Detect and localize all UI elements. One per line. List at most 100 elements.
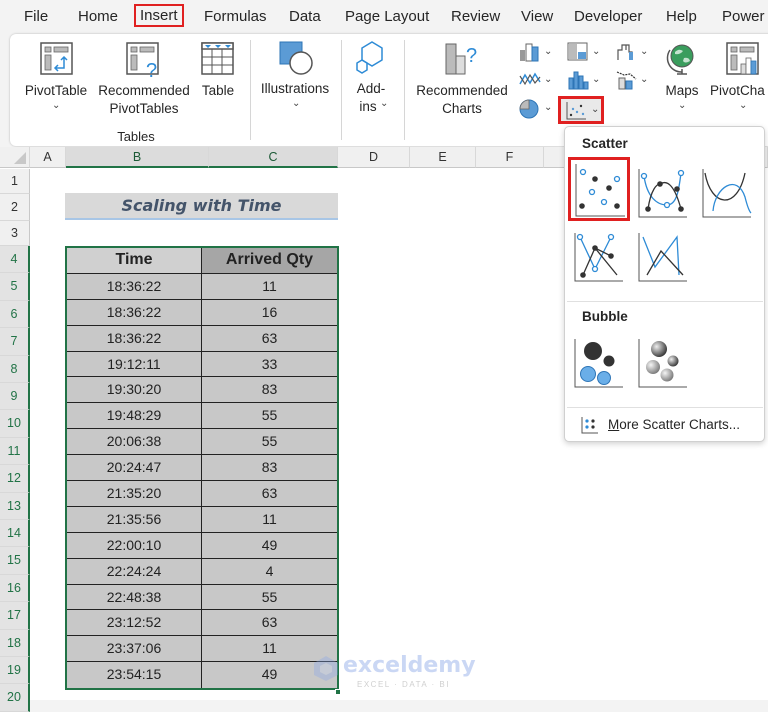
tab-home[interactable]: Home bbox=[78, 8, 118, 25]
time-cell[interactable]: 18:36:22 bbox=[67, 299, 202, 325]
row-header-10[interactable]: 10 bbox=[0, 410, 30, 438]
tab-help[interactable]: Help bbox=[666, 8, 697, 25]
tab-page-layout[interactable]: Page Layout bbox=[345, 8, 429, 25]
time-cell[interactable]: 23:12:52 bbox=[67, 610, 202, 636]
recommended-charts-label-2: Charts bbox=[442, 101, 482, 116]
bubble-chart-option[interactable] bbox=[573, 337, 625, 389]
row-header-8[interactable]: 8 bbox=[0, 355, 30, 383]
watermark-brand: exceldemy bbox=[343, 653, 476, 678]
column-header-f[interactable]: F bbox=[476, 147, 544, 168]
scatter-chart-option[interactable] bbox=[568, 157, 630, 221]
maps-label: Maps bbox=[665, 83, 699, 98]
arrived-qty-cell[interactable]: 63 bbox=[202, 325, 337, 351]
time-cell[interactable]: 20:24:47 bbox=[67, 455, 202, 481]
row-header-16[interactable]: 16 bbox=[0, 574, 30, 603]
arrived-qty-cell[interactable]: 33 bbox=[202, 351, 337, 377]
scatter-straight-lines-option[interactable] bbox=[637, 231, 689, 283]
scatter-smooth-lines-option[interactable] bbox=[701, 167, 753, 219]
tab-review[interactable]: Review bbox=[451, 8, 500, 25]
chevron-down-icon: ⌄ bbox=[544, 102, 553, 113]
tab-power[interactable]: Power bbox=[722, 8, 765, 25]
time-cell[interactable]: 21:35:20 bbox=[67, 481, 202, 506]
arrived-qty-cell[interactable]: 83 bbox=[202, 455, 337, 481]
time-cell[interactable]: 20:06:38 bbox=[67, 429, 202, 455]
header-arrived-qty[interactable]: Arrived Qty bbox=[202, 248, 337, 273]
tab-insert[interactable]: Insert bbox=[134, 4, 184, 27]
column-header-a[interactable]: A bbox=[30, 147, 66, 168]
scatter-smooth-lines-markers-option[interactable] bbox=[637, 167, 689, 219]
tab-view[interactable]: View bbox=[521, 8, 553, 25]
column-header-b[interactable]: B bbox=[66, 147, 209, 168]
fill-handle[interactable] bbox=[335, 689, 341, 695]
arrived-qty-cell[interactable]: 11 bbox=[202, 273, 337, 299]
arrived-qty-cell[interactable]: 63 bbox=[202, 610, 337, 636]
ribbon-separator bbox=[250, 40, 251, 140]
time-cell[interactable]: 19:12:11 bbox=[67, 351, 202, 377]
arrived-qty-cell[interactable]: 49 bbox=[202, 532, 337, 558]
time-cell[interactable]: 18:36:22 bbox=[67, 325, 202, 351]
arrived-qty-cell[interactable]: 83 bbox=[202, 377, 337, 403]
3d-bubble-chart-option[interactable] bbox=[637, 337, 689, 389]
time-cell[interactable]: 22:48:38 bbox=[67, 584, 202, 610]
chevron-down-icon: ⌄ bbox=[592, 46, 601, 57]
row-header-18[interactable]: 18 bbox=[0, 629, 30, 657]
row-header-6[interactable]: 6 bbox=[0, 300, 30, 329]
tab-file[interactable]: File bbox=[24, 8, 48, 25]
row-header-11[interactable]: 11 bbox=[0, 437, 30, 466]
arrived-qty-cell[interactable]: 4 bbox=[202, 558, 337, 584]
time-cell[interactable]: 21:35:56 bbox=[67, 506, 202, 532]
tab-formulas[interactable]: Formulas bbox=[204, 8, 267, 25]
arrived-qty-cell[interactable]: 55 bbox=[202, 429, 337, 455]
scatter-straight-lines-markers-icon bbox=[574, 233, 623, 282]
time-cell[interactable]: 22:24:24 bbox=[67, 558, 202, 584]
table-row: 18:36:22 16 bbox=[67, 299, 337, 326]
row-header-4[interactable]: 4 bbox=[0, 246, 30, 274]
row-header-15[interactable]: 15 bbox=[0, 547, 30, 575]
scatter-smooth-lines-icon bbox=[702, 169, 752, 218]
row-header-14[interactable]: 14 bbox=[0, 520, 30, 548]
row-header-20[interactable]: 20 bbox=[0, 684, 30, 712]
time-cell[interactable]: 18:36:22 bbox=[67, 273, 202, 299]
column-header-d[interactable]: D bbox=[338, 147, 410, 168]
arrived-qty-cell[interactable]: 55 bbox=[202, 403, 337, 429]
arrived-qty-cell[interactable]: 63 bbox=[202, 481, 337, 506]
arrived-qty-cell[interactable]: 11 bbox=[202, 506, 337, 532]
time-cell[interactable]: 19:30:20 bbox=[67, 377, 202, 403]
row-header-1[interactable]: 1 bbox=[0, 169, 30, 194]
time-cell[interactable]: 23:37:06 bbox=[67, 636, 202, 662]
tab-data[interactable]: Data bbox=[289, 8, 321, 25]
time-cell[interactable]: 19:48:29 bbox=[67, 403, 202, 429]
arrived-qty-cell[interactable]: 55 bbox=[202, 584, 337, 610]
chevron-down-icon: ⌄ bbox=[380, 98, 389, 109]
row-header-3[interactable]: 3 bbox=[0, 221, 30, 246]
column-header-c[interactable]: C bbox=[209, 147, 338, 168]
row-header-13[interactable]: 13 bbox=[0, 492, 30, 520]
row-header-9[interactable]: 9 bbox=[0, 383, 30, 411]
sheet-title-cell[interactable]: Scaling with Time bbox=[65, 193, 338, 220]
scatter-heading: Scatter bbox=[582, 136, 628, 151]
row-header-5[interactable]: 5 bbox=[0, 273, 30, 301]
dropdown-separator bbox=[567, 407, 763, 408]
row-header-19[interactable]: 19 bbox=[0, 657, 30, 685]
time-cell[interactable]: 23:54:15 bbox=[67, 662, 202, 689]
illustrations-icon bbox=[279, 41, 313, 75]
row-header-2[interactable]: 2 bbox=[0, 194, 30, 221]
header-time[interactable]: Time bbox=[67, 248, 202, 273]
select-all-corner[interactable] bbox=[0, 147, 30, 168]
scatter-chart-button[interactable]: ⌄ bbox=[558, 96, 604, 124]
scatter-straight-lines-markers-option[interactable] bbox=[573, 231, 625, 283]
time-cell[interactable]: 22:00:10 bbox=[67, 532, 202, 558]
column-header-e[interactable]: E bbox=[410, 147, 476, 168]
more-scatter-charts-label: More Scatter Charts... bbox=[608, 417, 740, 432]
arrived-qty-cell[interactable]: 16 bbox=[202, 299, 337, 325]
pivotchart-icon bbox=[726, 42, 759, 75]
data-table[interactable]: Time Arrived Qty 18:36:22 11 18:36:22 16 18:… bbox=[65, 246, 339, 691]
illustrations-label: Illustrations bbox=[260, 81, 330, 96]
row-header-17[interactable]: 17 bbox=[0, 602, 30, 630]
tab-developer[interactable]: Developer bbox=[574, 8, 642, 25]
hierarchy-chart-icon bbox=[567, 42, 588, 61]
row-header-12[interactable]: 12 bbox=[0, 465, 30, 493]
row-header-7[interactable]: 7 bbox=[0, 328, 30, 356]
line-chart-icon bbox=[519, 72, 541, 86]
menu-bar: File Home Insert Formulas Data Page Layo… bbox=[0, 0, 768, 33]
